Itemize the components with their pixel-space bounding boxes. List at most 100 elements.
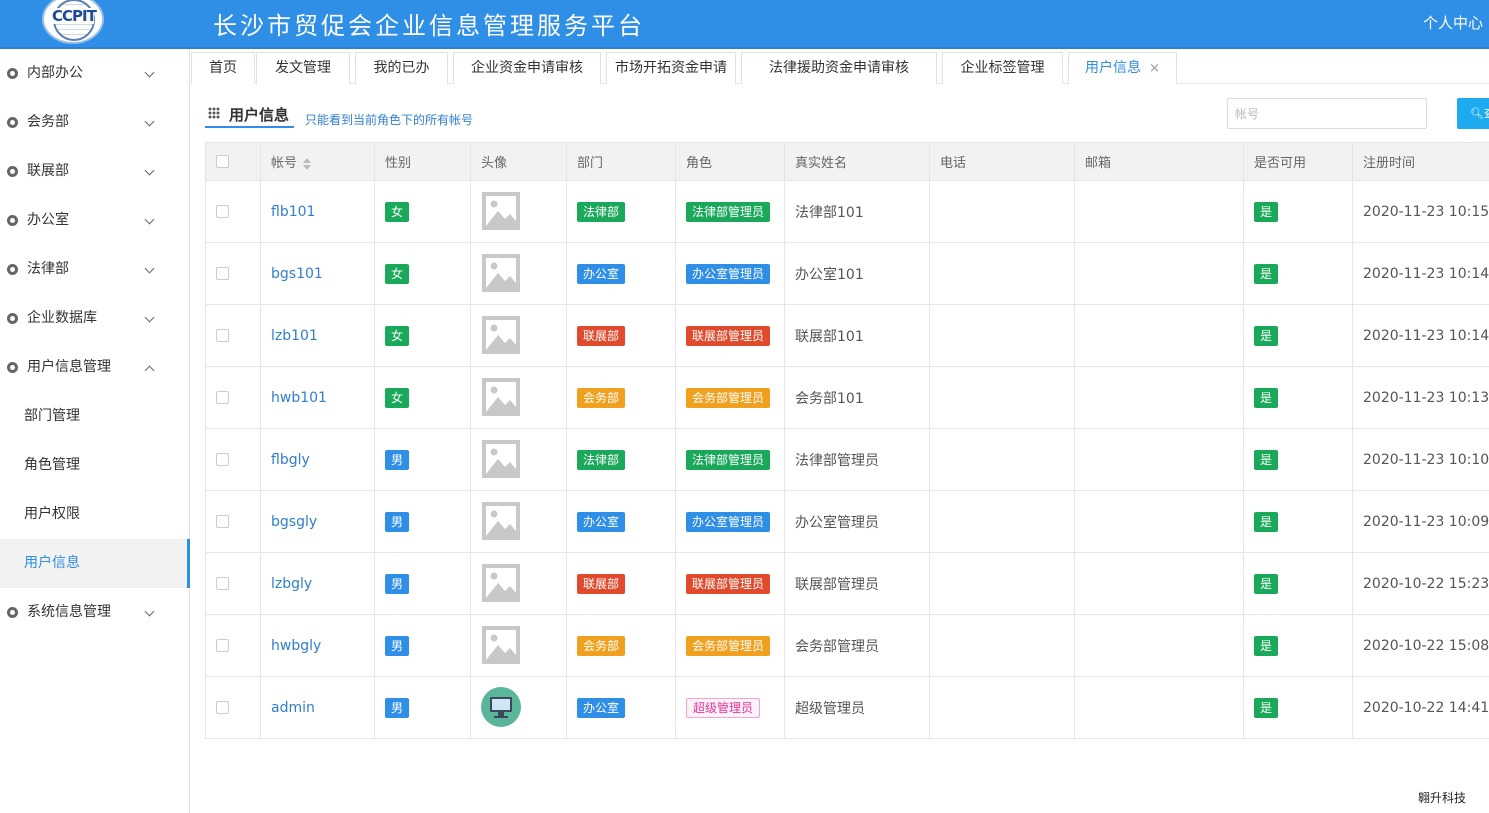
account-link[interactable]: lzbgly (271, 576, 312, 592)
avatar-cell (470, 676, 567, 739)
user-center-link[interactable]: 个人中心 (1423, 12, 1483, 33)
image-placeholder-icon (482, 253, 520, 292)
gender-badge: 女 (385, 201, 410, 222)
account-link[interactable]: bgs101 (271, 266, 323, 282)
gender-cell: 男 (374, 614, 471, 677)
row-checkbox[interactable] (216, 453, 229, 466)
tab-label: 企业标签管理 (960, 60, 1045, 76)
table-row[interactable]: lzbgly 男 联展部 联展部管理员联展部管理员 是 2020-10-22 15:23:… (205, 552, 1489, 615)
account-link[interactable]: flbgly (271, 452, 310, 468)
register-time-cell: 2020-11-23 10:10:47 (1352, 428, 1489, 491)
sidebar-item[interactable]: 联展部 (0, 147, 189, 196)
tab[interactable]: 用户信息 × (1068, 52, 1177, 84)
tab[interactable]: 市场开拓资金申请 (606, 52, 736, 84)
enabled-badge: 是 (1254, 387, 1279, 408)
grid-icon (208, 107, 220, 119)
col-account-label: 帐号 (271, 156, 298, 171)
search-button[interactable]: 🔍︎查 (1457, 98, 1489, 129)
row-checkbox[interactable] (216, 267, 229, 280)
department-cell: 办公室 (566, 242, 676, 305)
row-checkbox[interactable] (216, 329, 229, 342)
sidebar-item[interactable]: 法律部 (0, 245, 189, 294)
image-placeholder-icon (482, 563, 520, 602)
image-placeholder-icon (482, 501, 520, 540)
account-link[interactable]: lzb101 (271, 328, 318, 344)
sidebar-subitem[interactable]: 角色管理 (0, 441, 189, 490)
phone-cell (929, 242, 1075, 305)
row-checkbox[interactable] (216, 205, 229, 218)
page-hint: 只能看到当前角色下的所有帐号 (305, 113, 474, 127)
tab[interactable]: 我的已办 (355, 52, 448, 84)
account-cell: flbgly (260, 428, 375, 491)
row-checkbox[interactable] (216, 701, 229, 714)
sort-icon[interactable] (303, 157, 312, 170)
sidebar-item[interactable]: 内部办公 (0, 49, 189, 98)
account-link[interactable]: bgsgly (271, 514, 317, 530)
sidebar-item[interactable]: 企业数据库 (0, 294, 189, 343)
row-checkbox[interactable] (216, 391, 229, 404)
table-row[interactable]: hwbgly 男 会务部 会务部管理员会务部管理员 是 2020-10-22 15:08:… (205, 614, 1489, 677)
select-all-checkbox[interactable] (216, 155, 229, 168)
row-checkbox[interactable] (216, 639, 229, 652)
department-badge: 办公室 (577, 697, 626, 718)
enabled-badge: 是 (1254, 201, 1279, 222)
row-select-cell (205, 242, 261, 305)
account-link[interactable]: admin (271, 700, 315, 716)
tab[interactable]: 法律援助资金申请审核 (741, 52, 937, 84)
gear-icon (7, 166, 18, 177)
account-search-input[interactable] (1227, 98, 1427, 129)
real-name-cell: 法律部管理员 (784, 428, 930, 491)
table-row[interactable]: flbgly 男 法律部 法律部管理员法律部管理员 是 2020-11-23 10:10:… (205, 428, 1489, 491)
enabled-cell: 是 (1243, 490, 1353, 553)
image-placeholder-icon (482, 625, 520, 664)
sidebar-item[interactable]: 办公室 (0, 196, 189, 245)
role-cell: 法律部管理员 (675, 428, 785, 491)
email-cell (1074, 614, 1244, 677)
close-icon[interactable]: × (1149, 61, 1160, 76)
account-cell: admin (260, 676, 375, 739)
sidebar-subitem[interactable]: 用户权限 (0, 490, 189, 539)
gender-cell: 女 (374, 366, 471, 429)
table-row[interactable]: bgsgly 男 办公室 办公室管理员办公室管理员 是 2020-11-23 10:09:… (205, 490, 1489, 553)
avatar-cell (470, 552, 567, 615)
sidebar-item[interactable]: 会务部 (0, 98, 189, 147)
register-time-cell: 2020-11-23 10:15:01 (1352, 180, 1489, 243)
page-title: 用户信息 (229, 106, 290, 124)
real-name-cell: 法律部101 (784, 180, 930, 243)
sidebar-item-label: 办公室 (27, 212, 69, 228)
tab[interactable]: 首页 (191, 52, 255, 84)
tab[interactable]: 企业标签管理 (942, 52, 1063, 84)
row-checkbox[interactable] (216, 515, 229, 528)
department-cell: 会务部 (566, 614, 676, 677)
title-underline (205, 126, 294, 128)
account-link[interactable]: hwb101 (271, 390, 327, 406)
avatar-cell (470, 242, 567, 305)
gender-badge: 女 (385, 263, 410, 284)
email-cell (1074, 676, 1244, 739)
sidebar-subitem[interactable]: 用户信息 (0, 539, 190, 588)
account-link[interactable]: hwbgly (271, 638, 321, 654)
search-button-label: 查 (1484, 107, 1489, 120)
col-real-name: 真实姓名 (784, 142, 930, 181)
phone-cell (929, 366, 1075, 429)
table-row[interactable]: lzb101 女 联展部 联展部管理员联展部101 是 2020-11-23 10:14:… (205, 304, 1489, 367)
table-row[interactable]: bgs101 女 办公室 办公室管理员办公室101 是 2020-11-23 10:14:… (205, 242, 1489, 305)
tab[interactable]: 企业资金申请审核 (453, 52, 601, 84)
gender-badge: 男 (385, 697, 410, 718)
account-link[interactable]: flb101 (271, 204, 315, 220)
tab[interactable]: 发文管理 (256, 52, 350, 84)
row-select-cell (205, 304, 261, 367)
sidebar-item-label: 会务部 (27, 114, 69, 130)
phone-cell (929, 490, 1075, 553)
col-account[interactable]: 帐号 (260, 142, 375, 181)
sidebar-item[interactable]: 用户信息管理 (0, 343, 189, 392)
gear-icon (7, 362, 18, 373)
table-row[interactable]: admin 男 办公室 超级管理员 超级管理员 是 2020-10-22 14:41:08 (205, 676, 1489, 739)
sidebar: 内部办公会务部联展部办公室法律部 企业数据库 用户信息管理 部门管理 角色管理 用户权限用… (0, 49, 190, 813)
sidebar-subitem[interactable]: 部门管理 (0, 392, 189, 441)
sidebar-item[interactable]: 系统信息管理 (0, 588, 189, 637)
enabled-badge: 是 (1254, 635, 1279, 656)
row-checkbox[interactable] (216, 577, 229, 590)
table-row[interactable]: flb101 女 法律部 法律部管理员法律部101 是 2020-11-23 10:15:… (205, 180, 1489, 243)
table-row[interactable]: hwb101 女 会务部 会务部管理员会务部101 是 2020-11-23 10:13:… (205, 366, 1489, 429)
